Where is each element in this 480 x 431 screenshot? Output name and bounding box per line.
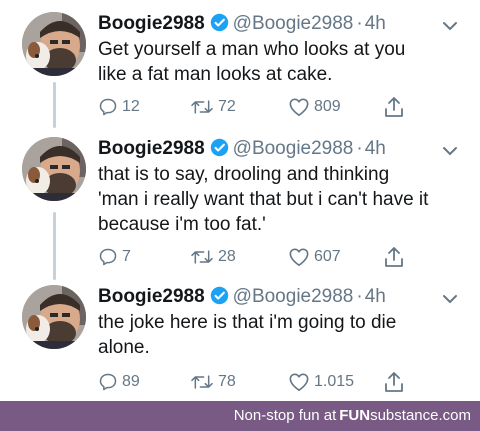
tweet-actions: 89 78 1.015: [98, 370, 418, 394]
like-icon: [289, 98, 309, 116]
watermark-footer: Non-stop fun at FUNsubstance.com: [0, 401, 480, 431]
tweet-header: Boogie2988 @Boogie2988 · 4h: [98, 285, 386, 309]
tweet-text: Get yourself a man who looks at you like…: [98, 39, 406, 85]
chevron-down-icon[interactable]: [442, 143, 458, 161]
timestamp[interactable]: 4h: [365, 286, 386, 307]
retweet-count: 28: [218, 248, 236, 265]
reply-count: 7: [122, 248, 131, 265]
verified-badge-icon: [210, 286, 229, 312]
retweet-button[interactable]: 78: [190, 370, 236, 394]
tweet-header: Boogie2988 @Boogie2988 · 4h: [98, 137, 386, 161]
timestamp[interactable]: 4h: [365, 13, 386, 34]
share-icon: [385, 247, 403, 267]
like-count: 809: [314, 98, 341, 115]
like-count: 607: [314, 248, 341, 265]
avatar[interactable]: [22, 285, 86, 349]
footer-brand-domain[interactable]: .com: [438, 407, 471, 424]
chevron-down-icon[interactable]: [442, 291, 458, 309]
tweet-text: that is to say, drooling and thinking 'm…: [98, 164, 429, 235]
display-name[interactable]: Boogie2988: [98, 13, 205, 34]
retweet-count: 72: [218, 98, 236, 115]
reply-button[interactable]: 89: [98, 370, 140, 394]
reply-icon: [99, 248, 117, 266]
tweet[interactable]: Boogie2988 @Boogie2988 · 4h the joke here i…: [0, 285, 480, 395]
tweet[interactable]: Boogie2988 @Boogie2988 · 4h Get yourself a …: [0, 12, 480, 132]
share-button[interactable]: [384, 245, 408, 269]
tweet[interactable]: Boogie2988 @Boogie2988 · 4h that is to say,…: [0, 137, 480, 282]
reply-icon: [99, 98, 117, 116]
handle[interactable]: @Boogie2988: [233, 286, 354, 307]
reply-icon: [99, 373, 117, 391]
like-icon: [289, 373, 309, 391]
retweet-icon: [191, 250, 213, 264]
handle[interactable]: @Boogie2988: [233, 13, 354, 34]
share-button[interactable]: [384, 95, 408, 119]
verified-badge-icon: [210, 138, 229, 164]
like-count: 1.015: [314, 373, 355, 390]
retweet-icon: [191, 375, 213, 389]
avatar[interactable]: [22, 12, 86, 76]
like-icon: [289, 248, 309, 266]
like-button[interactable]: 1.015: [288, 370, 354, 394]
tweet-header: Boogie2988 @Boogie2988 · 4h: [98, 12, 386, 36]
share-icon: [385, 372, 403, 392]
avatar[interactable]: [22, 137, 86, 201]
separator: ·: [356, 286, 363, 307]
like-button[interactable]: 607: [288, 245, 341, 269]
retweet-button[interactable]: 28: [190, 245, 236, 269]
retweet-icon: [191, 100, 213, 114]
tweet-text: the joke here is that i'm going to die a…: [98, 312, 397, 358]
separator: ·: [356, 138, 363, 159]
share-button[interactable]: [384, 370, 408, 394]
footer-brand-fun[interactable]: FUN: [339, 407, 370, 424]
display-name[interactable]: Boogie2988: [98, 286, 205, 307]
retweet-button[interactable]: 72: [190, 95, 236, 119]
retweet-count: 78: [218, 373, 236, 390]
tweet-actions: 7 28 607: [98, 245, 418, 269]
chevron-down-icon[interactable]: [442, 18, 458, 36]
share-icon: [385, 97, 403, 117]
verified-badge-icon: [210, 13, 229, 39]
display-name[interactable]: Boogie2988: [98, 138, 205, 159]
reply-count: 12: [122, 98, 140, 115]
handle[interactable]: @Boogie2988: [233, 138, 354, 159]
separator: ·: [356, 13, 363, 34]
reply-button[interactable]: 7: [98, 245, 131, 269]
reply-count: 89: [122, 373, 140, 390]
like-button[interactable]: 809: [288, 95, 341, 119]
footer-text: Non-stop fun at: [233, 407, 337, 424]
reply-button[interactable]: 12: [98, 95, 140, 119]
timestamp[interactable]: 4h: [365, 138, 386, 159]
tweet-actions: 12 72 809: [98, 95, 418, 119]
footer-brand-substance[interactable]: substance: [370, 407, 438, 424]
